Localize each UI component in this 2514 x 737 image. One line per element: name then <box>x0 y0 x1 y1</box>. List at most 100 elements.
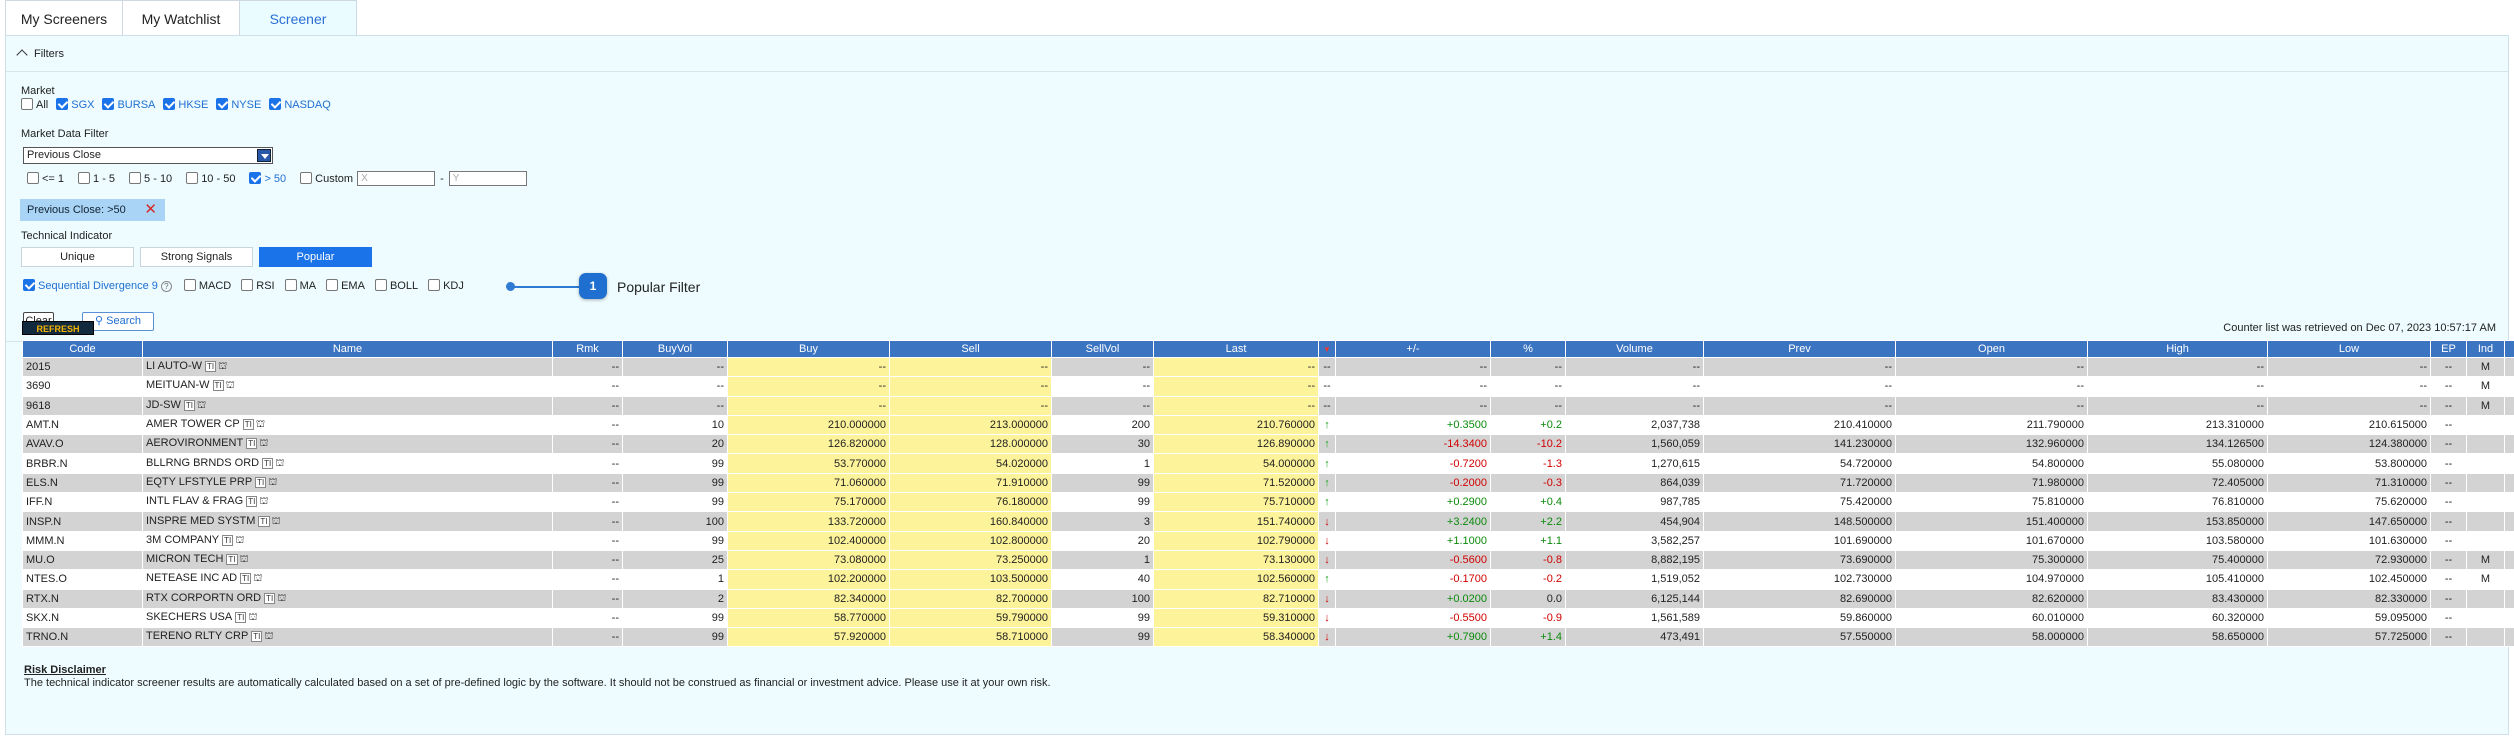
market-nyse[interactable]: NYSE <box>216 98 261 111</box>
indicator-boll[interactable]: BOLL <box>374 279 418 292</box>
technical-indicator-icon[interactable]: TI <box>246 496 258 508</box>
table-row[interactable]: 2015 LI AUTO-W TI ⛫ -- -- -- -- -- -- -- -- -- -- -- --… <box>22 356 2514 378</box>
column-header[interactable]: EP <box>2430 340 2467 358</box>
table-row[interactable]: RTX.N RTX CORPORTN ORD TI ⛫ -- 2 82.340000 82.7… <box>22 588 2514 609</box>
column-header[interactable]: Prev <box>1703 340 1896 358</box>
table-row[interactable]: 3690 MEITUAN-W TI ⛫ -- -- -- -- -- -- -- -- -- -- -- --… <box>22 376 2514 397</box>
table-row[interactable]: SKX.N SKECHERS USA TI ⛫ -- 99 58.770000 59.7900… <box>22 607 2514 629</box>
market-bursa[interactable]: BURSA <box>102 98 155 111</box>
tab-screener[interactable]: Screener <box>240 0 357 35</box>
range-5-10[interactable]: 5 - 10 <box>129 171 172 185</box>
checkbox-le-1[interactable] <box>27 171 39 184</box>
table-row[interactable]: TRNO.N TERENO RLTY CRP TI ⛫ -- 99 57.920000 58.… <box>22 627 2514 648</box>
stock-name[interactable]: MICRON TECH <box>146 553 223 565</box>
custom-y-input[interactable]: Y <box>448 171 527 186</box>
column-header[interactable]: % <box>1490 340 1566 358</box>
stock-name[interactable]: EQTY LFSTYLE PRP <box>146 476 252 488</box>
stock-name[interactable]: RTX CORPORTN ORD <box>146 592 261 604</box>
technical-indicator-icon[interactable]: TI <box>205 361 217 373</box>
table-row[interactable]: AMT.N AMER TOWER CP TI ⛫ -- 10 210.000000 213.0… <box>22 414 2514 436</box>
stock-name[interactable]: 3M COMPANY <box>146 534 219 546</box>
column-header[interactable]: Code <box>22 340 143 358</box>
market-data-select[interactable]: Previous Close <box>23 147 273 164</box>
range-gt-50[interactable]: > 50 <box>249 171 286 185</box>
stock-name[interactable]: LI AUTO-W <box>146 360 202 372</box>
technical-indicator-icon[interactable]: TI <box>251 631 263 643</box>
checkbox-gt-50[interactable] <box>249 171 262 184</box>
market-all[interactable]: All <box>21 98 48 111</box>
column-header[interactable]: +/- <box>1335 340 1491 358</box>
stock-name[interactable]: NETEASE INC AD <box>146 572 237 584</box>
range-1-5[interactable]: 1 - 5 <box>78 171 115 185</box>
table-row[interactable]: NTES.O NETEASE INC AD TI ⛫ -- 1 102.200000 103.… <box>22 569 2514 590</box>
range-le-1[interactable]: <= 1 <box>27 171 64 185</box>
market-sgx[interactable]: SGX <box>56 98 94 111</box>
market-nasdaq[interactable]: NASDAQ <box>269 98 331 111</box>
checkbox-seq-div-9[interactable] <box>23 279 35 291</box>
checkbox-boll[interactable] <box>374 279 387 291</box>
column-header[interactable]: Sell <box>889 340 1052 358</box>
stock-name[interactable]: SKECHERS USA <box>146 611 232 623</box>
column-header[interactable]: Open <box>1895 340 2088 358</box>
technical-indicator-icon[interactable]: TI <box>240 573 252 585</box>
indicator-seq-div-9[interactable]: Sequential Divergence 9? <box>23 279 172 292</box>
table-row[interactable]: MU.O MICRON TECH TI ⛫ -- 25 73.080000 73.250000… <box>22 549 2514 571</box>
checkbox-rsi[interactable] <box>241 279 254 291</box>
stock-name[interactable]: INTL FLAV & FRAG <box>146 495 243 507</box>
close-icon[interactable]: ✕ <box>144 199 157 221</box>
column-header[interactable]: Rmk <box>552 340 623 358</box>
chart-icon[interactable]: ⛫ <box>275 458 284 471</box>
stock-name[interactable]: JD-SW <box>146 399 181 411</box>
checkbox-1-5[interactable] <box>78 171 91 184</box>
chart-icon[interactable]: ⛫ <box>226 380 235 393</box>
chart-icon[interactable]: ⛫ <box>235 535 244 548</box>
range-custom[interactable]: Custom <box>300 171 353 185</box>
stock-name[interactable]: MEITUAN-W <box>146 379 210 391</box>
indicator-ma[interactable]: MA <box>284 279 316 292</box>
help-icon[interactable]: ? <box>160 280 172 292</box>
checkbox-10-50[interactable] <box>186 171 199 184</box>
checkbox-sgx[interactable] <box>56 98 69 110</box>
checkbox-nasdaq[interactable] <box>269 98 282 110</box>
stock-name[interactable]: AEROVIRONMENT <box>146 437 243 449</box>
chart-icon[interactable]: ⛫ <box>248 612 257 625</box>
range-10-50[interactable]: 10 - 50 <box>186 171 235 185</box>
chart-icon[interactable]: ⛫ <box>277 593 286 606</box>
chart-icon[interactable]: ⛫ <box>268 477 277 490</box>
chart-icon[interactable]: ⛫ <box>218 361 227 374</box>
tech-tab-unique[interactable]: Unique <box>21 247 134 267</box>
table-row[interactable]: ELS.N EQTY LFSTYLE PRP TI ⛫ -- 99 71.060000 71.… <box>22 472 2514 494</box>
stock-name[interactable]: INSPRE MED SYSTM <box>146 515 255 527</box>
custom-x-input[interactable]: X <box>357 171 436 186</box>
checkbox-ma[interactable] <box>284 279 297 291</box>
technical-indicator-icon[interactable]: TI <box>258 515 270 527</box>
stock-name[interactable]: AMER TOWER CP <box>146 418 240 430</box>
chart-icon[interactable]: ⛫ <box>259 438 268 451</box>
indicator-rsi[interactable]: RSI <box>241 279 275 292</box>
chevron-down-icon[interactable] <box>257 149 271 162</box>
stock-name[interactable]: BLLRNG BRNDS ORD <box>146 457 259 469</box>
column-header[interactable]: Volume <box>1565 340 1704 358</box>
refresh-button[interactable]: REFRESH <box>22 321 94 335</box>
table-row[interactable]: AVAV.O AEROVIRONMENT TI ⛫ -- 20 126.820000 128.… <box>22 434 2514 455</box>
column-header[interactable]: R/D <box>2504 340 2514 358</box>
tab-my-screeners[interactable]: My Screeners <box>5 0 123 35</box>
chart-icon[interactable]: ⛫ <box>259 496 268 509</box>
indicator-macd[interactable]: MACD <box>183 279 231 292</box>
column-header[interactable]: Last <box>1153 340 1319 358</box>
checkbox-bursa[interactable] <box>102 98 115 110</box>
technical-indicator-icon[interactable]: TI <box>264 592 276 604</box>
indicator-kdj[interactable]: KDJ <box>428 279 464 292</box>
technical-indicator-icon[interactable]: TI <box>255 476 267 488</box>
technical-indicator-icon[interactable]: TI <box>235 612 247 623</box>
technical-indicator-icon[interactable]: TI <box>262 457 274 469</box>
checkbox-5-10[interactable] <box>129 171 142 184</box>
chart-icon[interactable]: ⛫ <box>253 573 262 586</box>
market-hkse[interactable]: HKSE <box>163 98 208 111</box>
checkbox-hkse[interactable] <box>163 98 176 110</box>
technical-indicator-icon[interactable]: TI <box>212 380 224 392</box>
checkbox-custom[interactable] <box>300 171 313 184</box>
column-header[interactable]: SellVol <box>1051 340 1154 358</box>
table-row[interactable]: IFF.N INTL FLAV & FRAG TI ⛫ -- 99 75.170000 76.… <box>22 492 2514 513</box>
table-row[interactable]: INSP.N INSPRE MED SYSTM TI ⛫ -- 100 133.720000… <box>22 511 2514 532</box>
